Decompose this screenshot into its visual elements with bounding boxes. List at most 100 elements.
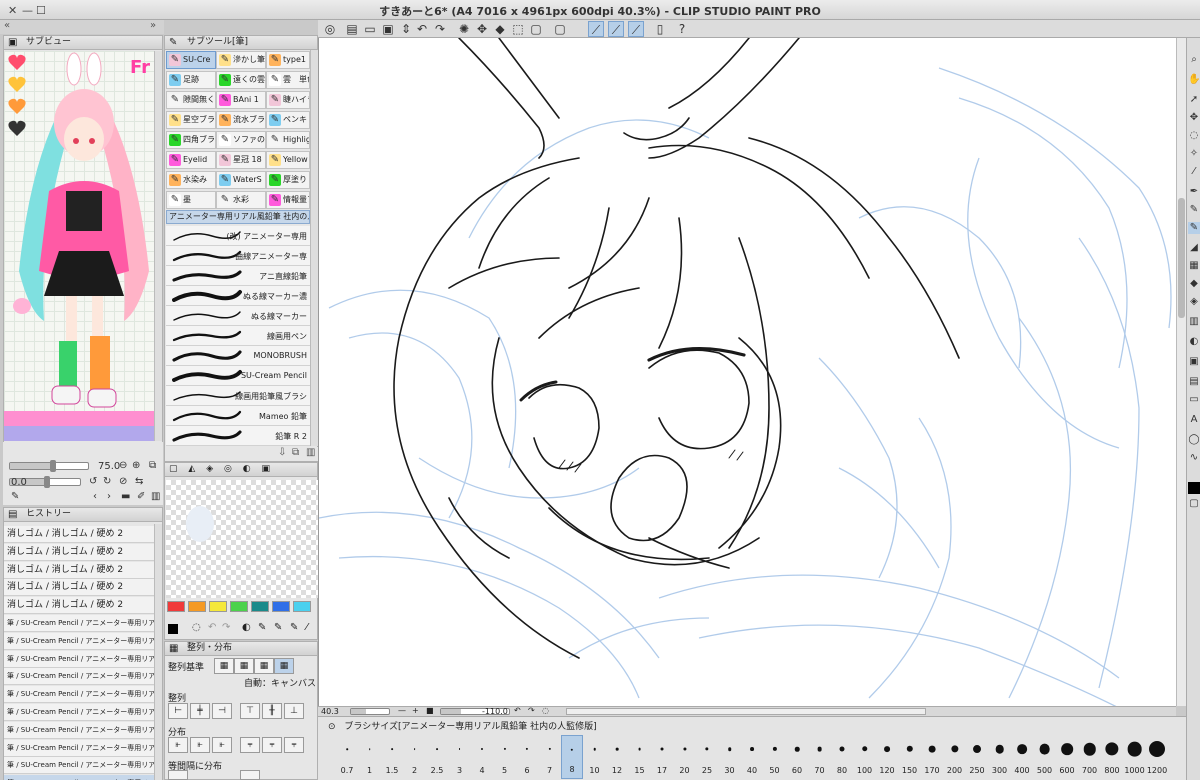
subtool-item[interactable]: ✎ 足跡: [166, 71, 216, 89]
subtool-item[interactable]: ✎ 四角ブラ: [166, 131, 216, 149]
subtool-item[interactable]: ✎ SU-Cre: [166, 51, 216, 69]
save-options-icon[interactable]: ⇕: [398, 21, 414, 37]
auto-select-tool-icon[interactable]: ✧: [1188, 148, 1200, 160]
distribute-right-button[interactable]: ⫦: [212, 737, 232, 753]
brush-preset-item[interactable]: 曲線アニメーター専: [166, 246, 310, 266]
main-color-chip-toolbar[interactable]: [1188, 482, 1200, 494]
subtool-item[interactable]: ✎ 星冠 18: [216, 151, 266, 169]
subtool-item[interactable]: ✎ WaterS: [216, 171, 266, 189]
status-zoom-in-icon[interactable]: +: [412, 706, 419, 715]
snap-ruler-icon[interactable]: ⟋: [588, 21, 604, 37]
subtool-item[interactable]: ✎ Eyelid: [166, 151, 216, 169]
brush-size-option[interactable]: 1200: [1146, 735, 1168, 779]
brush-preset-item[interactable]: 線画用鉛筆風ブラシ: [166, 386, 310, 406]
subtool-download-icon[interactable]: ⇩: [278, 447, 286, 458]
color-picker-icon[interactable]: ◐: [242, 622, 251, 633]
lasso-tool-icon[interactable]: ◌: [1188, 130, 1200, 142]
align-bottom-button[interactable]: ⊥: [284, 703, 304, 719]
zoom-slider[interactable]: [9, 460, 89, 472]
color-swatch[interactable]: [230, 601, 248, 612]
rotate-left-icon[interactable]: ↺: [89, 476, 97, 487]
brush-preset-item[interactable]: ぬる線マーカー濃: [166, 286, 310, 306]
figure-tool-icon[interactable]: ▣: [1188, 356, 1200, 368]
next-icon[interactable]: ›: [107, 491, 111, 502]
navigator-scrollbar[interactable]: [154, 51, 162, 441]
pen-tool-icon[interactable]: ✒: [1188, 186, 1200, 198]
expand-dock-icon[interactable]: »: [150, 20, 156, 31]
canvas-vertical-scrollbar[interactable]: [1176, 38, 1186, 706]
undo-mix-icon[interactable]: ↶: [208, 622, 216, 633]
history-item[interactable]: 筆 / SU-Cream Pencil / アニメーター専用リアル風鉛筆: [4, 668, 154, 686]
subtool-item[interactable]: ✎ BAni 1: [216, 91, 266, 109]
history-item[interactable]: 筆 / SU-Cream Pencil / アニメーター専用リアル風鉛筆: [4, 686, 154, 704]
ruler-tool-icon[interactable]: ▭: [1188, 394, 1200, 406]
fill-icon[interactable]: ◆: [492, 21, 508, 37]
canvas-horizontal-scrollbar[interactable]: [566, 708, 926, 715]
subtool-item[interactable]: ✎ 厚塗り: [266, 171, 310, 189]
blend-tool-icon[interactable]: ◈: [1188, 296, 1200, 308]
history-item[interactable]: 筆 / SU-Cream Pencil / アニメーター専用リアル風鉛筆: [4, 704, 154, 721]
subtool-item[interactable]: ✎ペンキ C: [266, 111, 310, 129]
color-mixing-canvas[interactable]: [166, 480, 318, 598]
color-swatch[interactable]: [209, 601, 227, 612]
distribute-vcenter-button[interactable]: ⫧: [262, 737, 282, 753]
status-fit-icon[interactable]: ■: [426, 706, 434, 715]
status-rotate-left-icon[interactable]: ↶: [514, 706, 521, 715]
distribute-bottom-button[interactable]: ⫧: [284, 737, 304, 753]
align-vcenter-button[interactable]: ╫: [262, 703, 282, 719]
color-swatch[interactable]: [293, 601, 311, 612]
subtool-item[interactable]: ✎睫ハイラ: [266, 91, 310, 109]
color-swatch[interactable]: [251, 601, 269, 612]
history-item[interactable]: 消しゴム / 消しゴム / 硬め 2: [4, 526, 154, 543]
snap-special-ruler-icon[interactable]: ⟋: [608, 21, 624, 37]
align-left-button[interactable]: ⊢: [168, 703, 188, 719]
brush-preset-item[interactable]: アニ直線鉛筆: [166, 266, 310, 286]
subtool-item[interactable]: ✎ type1: [266, 51, 310, 69]
delete-icon[interactable]: ▥: [151, 491, 160, 502]
canvas-scroll-thumb[interactable]: [1178, 198, 1185, 318]
color-set-tab-icon[interactable]: ◭: [188, 464, 195, 474]
distribute-top-button[interactable]: ⫧: [240, 737, 260, 753]
history-item[interactable]: 筆 / SU-Cream Pencil / アニメーター専用リアル風鉛筆: [4, 757, 154, 775]
subtool-item[interactable]: ✎ Yellow: [266, 151, 310, 169]
main-color-chip[interactable]: [168, 624, 178, 634]
brush-preset-item[interactable]: SU-Cream Pencil: [166, 366, 310, 386]
align-base-canvas-button[interactable]: ▦: [274, 658, 294, 674]
history-item[interactable]: 筆 / SU-Cream Pencil / アニメーター専用リアル風鉛筆: [4, 739, 154, 757]
eraser-tool-icon[interactable]: ◆: [1188, 278, 1200, 290]
canvas[interactable]: [318, 38, 1176, 706]
status-rotate-right-icon[interactable]: ↷: [528, 706, 535, 715]
brush-tool-icon[interactable]: ✎: [1188, 222, 1200, 234]
redo-mix-icon[interactable]: ↷: [222, 622, 230, 633]
line-correction-tool-icon[interactable]: ∿: [1188, 452, 1200, 464]
undo-icon[interactable]: ↶: [414, 21, 430, 37]
decoration-tool-icon[interactable]: ▦: [1188, 260, 1200, 272]
snap-grid-icon[interactable]: ⟋: [628, 21, 644, 37]
subtool-delete-icon[interactable]: ▥: [306, 447, 315, 458]
help-icon[interactable]: ?: [674, 21, 690, 37]
history-item[interactable]: 消しゴム / 消しゴム / 硬め 2: [4, 561, 154, 579]
subtool-item[interactable]: ✎ 遠くの雲: [216, 71, 266, 89]
blend-icon[interactable]: ✎: [274, 622, 282, 633]
brush-preset-item[interactable]: ぬる線マーカー: [166, 306, 310, 326]
sub-color-chip-toolbar[interactable]: ▢: [1188, 498, 1200, 510]
pencil-tool-icon[interactable]: ✎: [1188, 204, 1200, 216]
status-zoom-out-icon[interactable]: —: [398, 706, 406, 715]
deselect-icon[interactable]: ▢: [528, 21, 544, 37]
subtool-item[interactable]: ✎ ソファの: [216, 131, 266, 149]
history-item[interactable]: 筆 / SU-Cream Pencil / アニメーター専用リアル風鉛筆: [4, 650, 154, 668]
distribute-hcenter-button[interactable]: ⫦: [190, 737, 210, 753]
equal-distribute-h-button[interactable]: [168, 770, 188, 780]
brush-preset-item[interactable]: Mameo 鉛筆: [166, 406, 310, 426]
distribute-left-button[interactable]: ⫦: [168, 737, 188, 753]
history-color-tab-icon[interactable]: ▣: [261, 464, 270, 474]
eyedropper-tool-icon[interactable]: ⁄: [1188, 166, 1200, 178]
align-base-selection-button[interactable]: ▦: [214, 658, 234, 674]
open-file-icon[interactable]: ▭: [362, 21, 378, 37]
status-reset-rotate-icon[interactable]: ◌: [542, 706, 549, 715]
subtool-item[interactable]: ✎情報量ブ: [266, 191, 310, 209]
frame-tool-icon[interactable]: ▤: [1188, 376, 1200, 388]
align-hcenter-button[interactable]: ╪: [190, 703, 210, 719]
zoom-tool-icon[interactable]: ⌕: [1188, 54, 1200, 66]
reset-rotate-icon[interactable]: ⊘: [119, 476, 127, 487]
